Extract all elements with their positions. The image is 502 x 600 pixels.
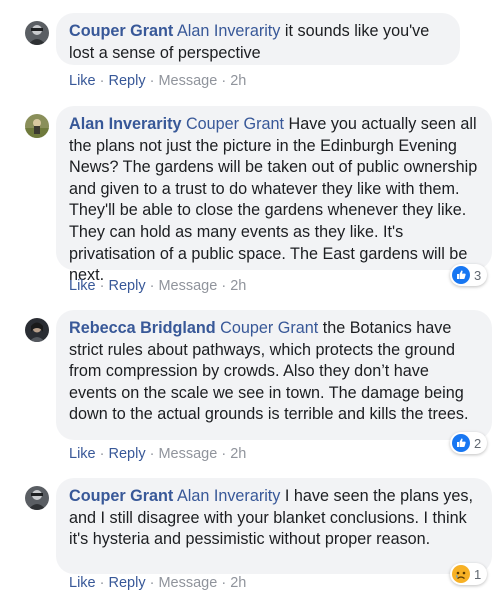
reply-button[interactable]: Reply <box>109 278 146 294</box>
message-button[interactable]: Message <box>158 73 217 89</box>
comment-bubble: Couper Grant Alan Inverarity I have seen… <box>56 478 492 574</box>
message-button[interactable]: Message <box>158 575 217 591</box>
comment-mention[interactable]: Alan Inverarity <box>177 487 280 505</box>
reaction-summary[interactable]: 2 <box>450 432 488 454</box>
separator: · <box>95 575 109 591</box>
comment-timestamp[interactable]: 2h <box>230 73 246 89</box>
comment-actions: Like · Reply · Message · 2h <box>69 277 246 295</box>
reply-button[interactable]: Reply <box>109 446 146 462</box>
separator: · <box>95 278 109 294</box>
separator: · <box>145 278 159 294</box>
reaction-count: 3 <box>474 267 482 283</box>
reaction-count: 1 <box>474 566 482 582</box>
like-button[interactable]: Like <box>69 278 96 294</box>
comment-mention[interactable]: Couper Grant <box>220 319 318 337</box>
reaction-summary[interactable]: 3 <box>450 264 488 286</box>
comment-author[interactable]: Couper Grant <box>69 487 173 505</box>
comment-timestamp[interactable]: 2h <box>230 278 246 294</box>
reaction-summary[interactable]: 1 <box>450 563 488 585</box>
comment-actions: Like · Reply · Message · 2h <box>69 574 246 592</box>
comment-author[interactable]: Alan Inverarity <box>69 115 181 133</box>
comment-actions: Like · Reply · Message · 2h <box>69 445 246 463</box>
like-icon <box>452 266 470 284</box>
like-button[interactable]: Like <box>69 73 96 89</box>
separator: · <box>217 446 231 462</box>
comment-timestamp[interactable]: 2h <box>230 446 246 462</box>
comment-actions: Like · Reply · Message · 2h <box>69 72 246 90</box>
avatar[interactable] <box>25 114 49 138</box>
comment-bubble: Couper Grant Alan Inverarity it sounds l… <box>56 13 460 65</box>
reply-button[interactable]: Reply <box>109 73 146 89</box>
separator: · <box>217 575 231 591</box>
separator: · <box>95 446 109 462</box>
avatar[interactable] <box>25 318 49 342</box>
like-button[interactable]: Like <box>69 575 96 591</box>
separator: · <box>217 278 231 294</box>
comment-text: Have you actually seen all the plans not… <box>69 115 478 285</box>
like-button[interactable]: Like <box>69 446 96 462</box>
comment-bubble: Rebecca Bridgland Couper Grant the Botan… <box>56 310 492 440</box>
comment-bubble: Alan Inverarity Couper Grant Have you ac… <box>56 106 492 284</box>
separator: · <box>145 575 159 591</box>
sad-icon <box>452 565 470 583</box>
reply-button[interactable]: Reply <box>109 575 146 591</box>
avatar[interactable] <box>25 21 49 45</box>
comment-mention[interactable]: Alan Inverarity <box>177 22 280 40</box>
separator: · <box>217 73 231 89</box>
separator: · <box>145 73 159 89</box>
comment-timestamp[interactable]: 2h <box>230 575 246 591</box>
comment-author[interactable]: Couper Grant <box>69 22 173 40</box>
separator: · <box>95 73 109 89</box>
avatar[interactable] <box>25 486 49 510</box>
message-button[interactable]: Message <box>158 446 217 462</box>
comment-mention[interactable]: Couper Grant <box>186 115 284 133</box>
like-icon <box>452 434 470 452</box>
comment-author[interactable]: Rebecca Bridgland <box>69 319 216 337</box>
reaction-count: 2 <box>474 435 482 451</box>
separator: · <box>145 446 159 462</box>
message-button[interactable]: Message <box>158 278 217 294</box>
